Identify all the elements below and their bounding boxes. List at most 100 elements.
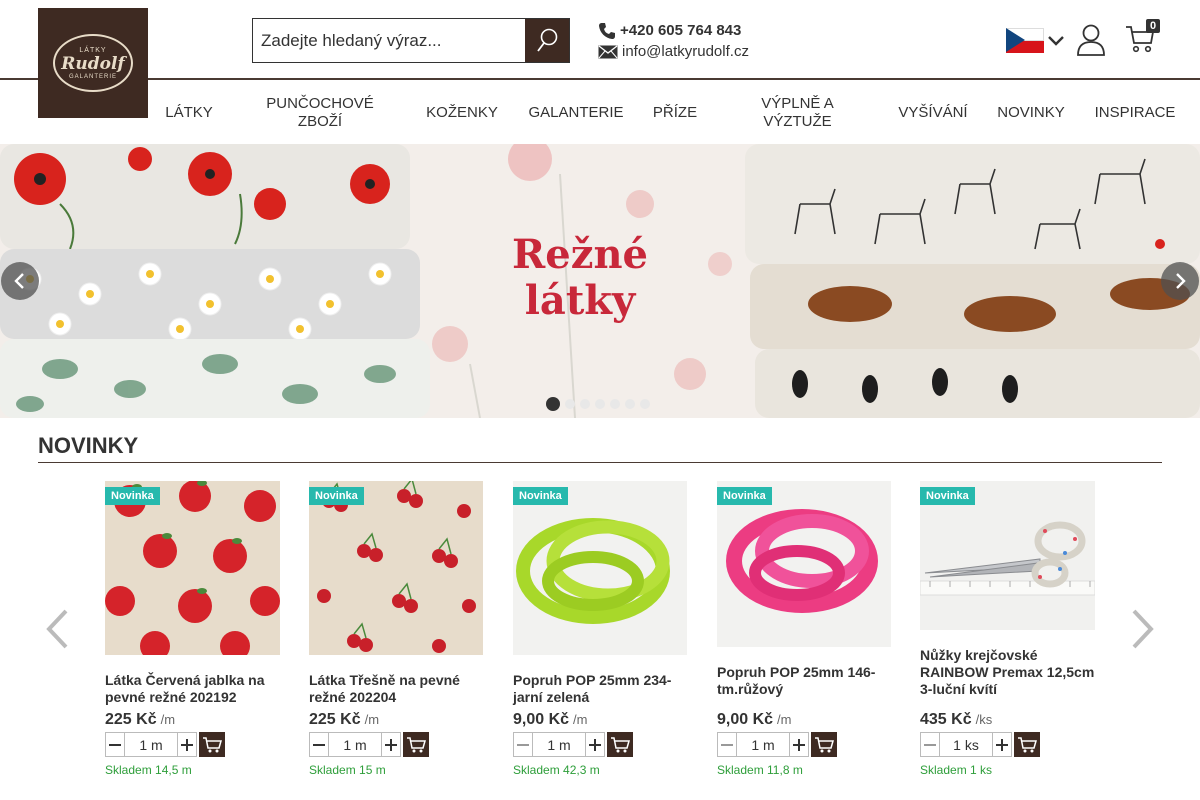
chevron-right-icon <box>1132 609 1154 649</box>
increase-button[interactable] <box>585 732 605 757</box>
decrease-button[interactable] <box>513 732 533 757</box>
banner-dot[interactable] <box>546 397 560 411</box>
stock-status: Skladem 14,5 m <box>105 763 192 777</box>
banner-prev-button[interactable] <box>1 262 39 300</box>
stock-status: Skladem 1 ks <box>920 763 993 777</box>
nav-item-novinky[interactable]: NOVINKY <box>988 82 1074 144</box>
stock-status: Skladem 11,8 m <box>717 763 803 777</box>
language-selector[interactable] <box>1006 28 1065 53</box>
search-button[interactable] <box>525 19 569 62</box>
cart-icon <box>815 736 834 752</box>
new-badge: Novinka <box>105 487 160 505</box>
banner-dot[interactable] <box>580 399 590 409</box>
product-price: 9,00 Kč/m <box>513 711 588 729</box>
product-card[interactable]: Novinka Popruh POP 25mm 146-tm.růžový 9,… <box>717 481 892 777</box>
banner-title-line1: Režné <box>512 231 648 278</box>
quantity-input[interactable]: 1 m <box>329 732 381 757</box>
product-card[interactable]: Novinka Látka Třešně na pevné režné 2022… <box>309 481 484 777</box>
product-price: 225 Kč/m <box>309 711 379 729</box>
product-name[interactable]: Nůžky krejčovské RAINBOW Premax 12,5cm 3… <box>920 647 1095 698</box>
add-to-cart-button[interactable] <box>1014 732 1040 757</box>
banner-pagination <box>546 397 655 411</box>
cart-icon <box>203 736 222 752</box>
product-name[interactable]: Popruh POP 25mm 234-jarní zelená <box>513 672 688 706</box>
nav-item-vyplne-a-vyztuze[interactable]: VÝPLNĚ A VÝZTUŽE <box>745 82 850 144</box>
product-image[interactable]: Novinka <box>105 481 280 655</box>
quantity-stepper: 1 ks <box>920 732 1040 757</box>
product-name[interactable]: Látka Třešně na pevné režné 202204 <box>309 672 484 706</box>
hero-banner[interactable]: Režné látky <box>0 144 1200 418</box>
carousel-next-button[interactable] <box>1130 608 1156 655</box>
minus-icon <box>517 743 529 746</box>
nav-item-latky[interactable]: LÁTKY <box>152 82 226 144</box>
plus-icon <box>793 738 805 751</box>
envelope-icon <box>598 44 618 58</box>
quantity-stepper: 1 m <box>717 732 837 757</box>
price-value: 225 Kč <box>309 711 361 728</box>
increase-button[interactable] <box>789 732 809 757</box>
nav-item-galanterie[interactable]: GALANTERIE <box>518 82 634 144</box>
section-title-novinky: NOVINKY <box>38 433 139 458</box>
product-price: 435 Kč/ks <box>920 711 992 729</box>
product-price: 9,00 Kč/m <box>717 711 792 729</box>
plus-icon <box>385 738 397 751</box>
minus-icon <box>924 743 936 746</box>
price-unit: /m <box>777 712 792 727</box>
phone-icon <box>599 22 615 39</box>
product-name[interactable]: Popruh POP 25mm 146-tm.růžový <box>717 664 892 698</box>
decrease-button[interactable] <box>920 732 940 757</box>
red-apples-fabric-image <box>105 481 280 655</box>
decrease-button[interactable] <box>309 732 329 757</box>
cart-count-badge: 0 <box>1146 19 1161 33</box>
increase-button[interactable] <box>177 732 197 757</box>
green-strap-image <box>513 481 687 655</box>
banner-dot[interactable] <box>595 399 605 409</box>
product-image[interactable]: Novinka <box>717 481 892 647</box>
new-badge: Novinka <box>309 487 364 505</box>
product-card[interactable]: Novinka Popruh POP 25mm 234-jarní zelená… <box>513 481 688 777</box>
user-account-icon[interactable] <box>1076 24 1106 61</box>
banner-next-button[interactable] <box>1161 262 1199 300</box>
quantity-stepper: 1 m <box>309 732 429 757</box>
product-image[interactable]: Novinka <box>920 481 1095 630</box>
price-unit: /ks <box>975 712 993 727</box>
increase-button[interactable] <box>381 732 401 757</box>
quantity-input[interactable]: 1 m <box>125 732 177 757</box>
product-card[interactable]: Novinka Nůžky krejčovské RAINBOW Premax … <box>920 481 1095 777</box>
banner-title-line2: látky <box>524 277 636 324</box>
add-to-cart-button[interactable] <box>403 732 429 757</box>
product-image[interactable]: Novinka <box>309 481 484 655</box>
banner-dot[interactable] <box>625 399 635 409</box>
banner-dot[interactable] <box>610 399 620 409</box>
decrease-button[interactable] <box>717 732 737 757</box>
add-to-cart-button[interactable] <box>607 732 633 757</box>
email-link[interactable]: info@latkyrudolf.cz <box>622 43 749 60</box>
add-to-cart-button[interactable] <box>811 732 837 757</box>
nav-item-puncochove-zbozi[interactable]: PUNČOCHOVÉ ZBOŽÍ <box>252 82 388 144</box>
product-card[interactable]: Novinka Látka Červená jablka na pevné re… <box>105 481 280 777</box>
banner-dot[interactable] <box>640 399 650 409</box>
banner-dot[interactable] <box>565 399 575 409</box>
search-input[interactable] <box>253 19 525 62</box>
quantity-input[interactable]: 1 ks <box>940 732 992 757</box>
quantity-input[interactable]: 1 m <box>737 732 789 757</box>
main-navigation: LÁTKY PUNČOCHOVÉ ZBOŽÍ KOŽENKY GALANTERI… <box>0 82 1200 144</box>
site-logo[interactable]: LÁTKY Rudolf GALANTERIE <box>38 8 148 118</box>
chevron-down-icon <box>1048 35 1064 46</box>
quantity-input[interactable]: 1 m <box>533 732 585 757</box>
nav-item-kozenky[interactable]: KOŽENKY <box>416 82 508 144</box>
nav-item-vysivani[interactable]: VYŠÍVÁNÍ <box>888 82 978 144</box>
carousel-prev-button[interactable] <box>44 608 70 655</box>
nav-item-inspirace[interactable]: INSPIRACE <box>1084 82 1186 144</box>
cart-icon <box>407 736 426 752</box>
price-unit: /m <box>364 712 380 727</box>
add-to-cart-button[interactable] <box>199 732 225 757</box>
new-badge: Novinka <box>717 487 772 505</box>
decrease-button[interactable] <box>105 732 125 757</box>
phone-number[interactable]: +420 605 764 843 <box>620 22 741 39</box>
nav-item-prize[interactable]: PŘÍZE <box>640 82 710 144</box>
increase-button[interactable] <box>992 732 1012 757</box>
product-image[interactable]: Novinka <box>513 481 688 655</box>
contact-info: +420 605 764 843 info@latkyrudolf.cz <box>598 20 749 62</box>
product-name[interactable]: Látka Červená jablka na pevné režné 2021… <box>105 672 280 706</box>
